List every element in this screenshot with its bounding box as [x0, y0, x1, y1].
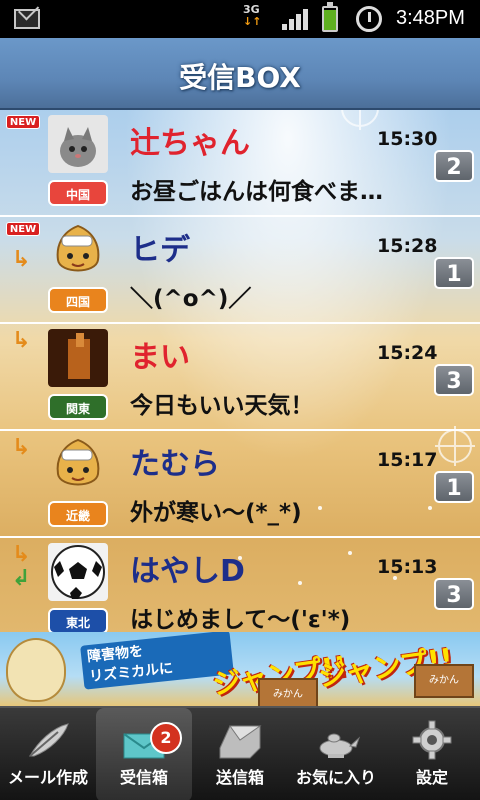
message-row-tsuji[interactable]: NEW 中国 辻ちゃん 15:30 お昼ごはんは何食べま… 2: [0, 110, 480, 217]
message-row-tamura[interactable]: ↳ 近畿 たむら 15:17 外が寒い～(*_*) 1: [0, 431, 480, 538]
message-time: 15:28: [377, 235, 438, 257]
message-time: 15:24: [377, 342, 438, 364]
sender-name: まい: [130, 340, 190, 375]
tab-favorites[interactable]: お気に入り: [288, 708, 384, 800]
tab-label: 受信箱: [119, 768, 168, 787]
banner-tagline: 障害物を リズミカルに: [80, 632, 234, 690]
status-clock: 3:48PM: [396, 7, 465, 29]
message-preview: 外が寒い～(*_*): [130, 500, 302, 526]
tab-inbox[interactable]: 2 受信箱: [96, 708, 192, 800]
network-indicator: 3G ↓↑: [243, 4, 261, 28]
region-tag: 中国: [48, 180, 108, 206]
crate-icon: みかん: [414, 664, 474, 698]
crate-icon: みかん: [258, 678, 318, 706]
title-bar: 受信BOX: [0, 38, 480, 110]
magic-lamp-icon: [319, 733, 360, 758]
banner-text-line2: リズミカルに: [88, 660, 174, 686]
avatar-chestnut-character: [56, 224, 100, 272]
reply-arrow-icon: ↳: [12, 247, 31, 272]
battery-icon: [322, 2, 338, 32]
message-count-badge: 1: [434, 471, 474, 503]
sender-name: はやしD: [130, 554, 245, 589]
message-time: 15:17: [377, 449, 438, 471]
message-row-hide[interactable]: NEW ↳ 四国 ヒデ 15:28 ＼(^o^)／ 1: [0, 217, 480, 324]
gmail-notification-icon: [14, 9, 40, 29]
message-preview: 今日もいい天気！: [130, 393, 314, 419]
region-tag: 関東: [48, 394, 108, 420]
message-row-mai[interactable]: ↳ 関東 まい 15:24 今日もいい天気！ 3: [0, 324, 480, 431]
alarm-clock-icon: [356, 6, 382, 32]
avatar-chestnut-character: [56, 438, 100, 486]
gear-icon: [412, 720, 452, 760]
tab-label: 設定: [415, 768, 448, 787]
bottom-tab-bar: メール作成 2 受信箱 送信箱 お気に入り 設定: [0, 706, 480, 800]
message-time: 15:30: [377, 128, 438, 150]
message-count-badge: 2: [434, 150, 474, 182]
feather-pen-icon: [29, 723, 69, 757]
message-time: 15:13: [377, 556, 438, 578]
message-count-badge: 3: [434, 364, 474, 396]
tab-settings[interactable]: 設定: [384, 708, 480, 800]
status-bar: 3G ↓↑ 3:48PM: [0, 0, 480, 38]
unread-count-badge: 2: [150, 722, 182, 754]
message-preview: ＼(^o^)／: [130, 286, 252, 312]
region-tag: 近畿: [48, 501, 108, 527]
tab-outbox[interactable]: 送信箱: [192, 708, 288, 800]
tab-label: 送信箱: [215, 768, 264, 787]
avatar-soccer-ball: [48, 543, 108, 601]
signal-strength-icon: [282, 8, 308, 30]
outbox-icon: [219, 725, 262, 759]
tab-compose[interactable]: メール作成: [0, 708, 96, 800]
inbox-screen: 受信BOX NEW 中国 辻ちゃん 15:30 お昼ごはんは何食べま… 2 NE…: [0, 38, 480, 706]
message-count-badge: 3: [434, 578, 474, 610]
banner-text-line1: 障害物を: [86, 643, 144, 666]
message-preview: お昼ごはんは何食べま…: [130, 179, 383, 205]
page-title: 受信BOX: [179, 61, 301, 94]
avatar-photo: [48, 329, 108, 387]
chicken-mascot-icon: [6, 638, 66, 702]
sender-name: 辻ちゃん: [130, 126, 250, 161]
region-tag: 四国: [48, 287, 108, 313]
tab-label: お気に入り: [295, 768, 376, 787]
reply-arrow-icon: ↳: [12, 435, 31, 460]
reply-arrow-icon: ↳: [12, 328, 31, 353]
reply-arrow-icon: ↳: [12, 542, 31, 567]
message-row-hayashi[interactable]: ↳ ↲ 東北 はやしD 15:13 はじめまして～('ε'*) 3: [0, 538, 480, 634]
forward-arrow-icon: ↲: [12, 566, 31, 591]
data-arrows-icon: ↓↑: [243, 15, 262, 28]
ad-banner[interactable]: 障害物を リズミカルに ジャンプ!! ジャンプ!! みかん みかん: [0, 632, 480, 706]
message-count-badge: 1: [434, 257, 474, 289]
sender-name: ヒデ: [130, 233, 190, 268]
sender-name: たむら: [130, 447, 220, 482]
region-tag: 東北: [48, 608, 108, 634]
tab-label: メール作成: [7, 768, 88, 787]
message-preview: はじめまして～('ε'*): [130, 607, 351, 633]
avatar-kitten: [48, 115, 108, 173]
new-badge: NEW: [6, 115, 40, 129]
new-badge: NEW: [6, 222, 40, 236]
